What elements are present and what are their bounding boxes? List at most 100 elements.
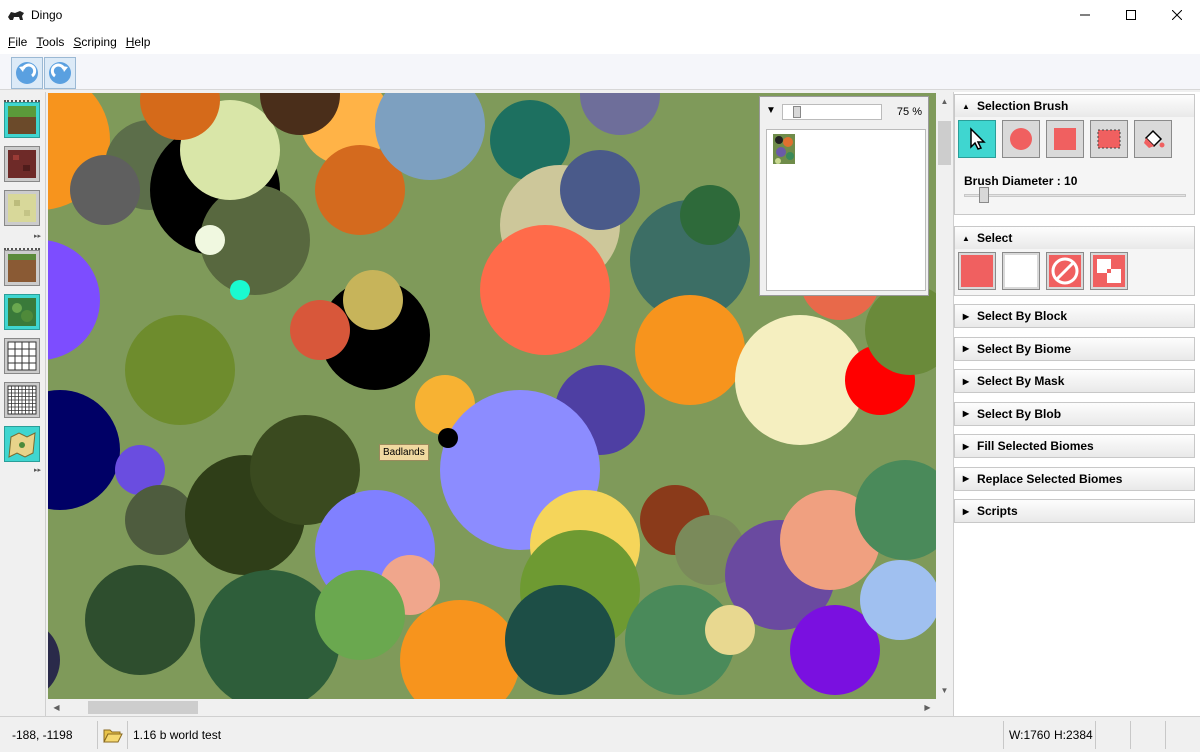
expand-triangle-icon: ▶ xyxy=(962,506,970,516)
rectangle-select-button[interactable] xyxy=(1090,120,1128,158)
fill-bucket-button[interactable] xyxy=(1134,120,1172,158)
expand-arrow-icon[interactable]: ▸▸ xyxy=(34,466,41,474)
biome-region[interactable] xyxy=(230,280,250,300)
world-height: H:2384 xyxy=(1054,728,1093,742)
vertical-scroll-thumb[interactable] xyxy=(938,121,951,165)
pointer-brush-button[interactable] xyxy=(958,120,996,158)
minimize-button[interactable] xyxy=(1062,0,1108,30)
biome-region[interactable] xyxy=(195,225,225,255)
collapse-triangle-icon: ▲ xyxy=(962,233,970,243)
biome-region[interactable] xyxy=(315,570,405,660)
scroll-right-icon[interactable]: ▶ xyxy=(919,699,936,716)
square-brush-button[interactable] xyxy=(1046,120,1084,158)
biome-region[interactable] xyxy=(290,300,350,360)
circle-brush-icon xyxy=(1010,128,1032,150)
zoom-slider-thumb[interactable] xyxy=(793,106,801,118)
scripts-section[interactable]: ▶ Scripts xyxy=(954,499,1195,523)
select-none-button[interactable] xyxy=(1002,252,1040,290)
grid-tool[interactable] xyxy=(4,338,40,374)
horizontal-scroll-thumb[interactable] xyxy=(88,701,198,714)
map-tool[interactable] xyxy=(4,426,40,462)
undo-button[interactable] xyxy=(11,57,43,89)
dashed-rectangle-icon xyxy=(1097,129,1121,149)
expand-triangle-icon: ▶ xyxy=(962,344,970,353)
open-world-button[interactable] xyxy=(103,717,123,752)
biome-region[interactable] xyxy=(85,565,195,675)
menu-file[interactable]: File xyxy=(8,33,27,51)
dirt-block-icon xyxy=(8,254,36,282)
select-by-blob-section[interactable]: ▶ Select By Blob xyxy=(954,401,1195,426)
biome-region[interactable] xyxy=(505,585,615,695)
select-by-mask-header[interactable]: ▶ Select By Mask xyxy=(955,370,1194,392)
brush-diameter-thumb[interactable] xyxy=(979,187,989,203)
close-button[interactable] xyxy=(1154,0,1200,30)
minimap-view[interactable] xyxy=(766,129,926,291)
biome-region[interactable] xyxy=(560,150,640,230)
biome-region[interactable] xyxy=(125,485,195,555)
biome-region[interactable] xyxy=(125,315,235,425)
brush-diameter-slider[interactable] xyxy=(964,194,1186,197)
scroll-left-icon[interactable]: ◀ xyxy=(48,699,65,716)
cursor-coordinates: -188, -1198 xyxy=(12,728,73,742)
select-by-block-header[interactable]: ▶ Select By Block xyxy=(955,305,1194,327)
world-width: W:1760 xyxy=(1009,728,1051,742)
dropdown-arrow-icon[interactable]: ▼ xyxy=(766,105,776,116)
fill-selected-biomes-section[interactable]: ▶ Fill Selected Biomes xyxy=(954,434,1195,458)
circle-brush-button[interactable] xyxy=(1002,120,1040,158)
horizontal-scrollbar[interactable]: ◀ ▶ xyxy=(48,699,936,716)
select-by-biome-section[interactable]: ▶ Select By Biome xyxy=(954,336,1195,361)
select-by-blob-header[interactable]: ▶ Select By Blob xyxy=(955,402,1194,425)
dirt-block-tool[interactable] xyxy=(4,250,40,286)
biome-region[interactable] xyxy=(48,620,60,699)
biome-region[interactable] xyxy=(343,270,403,330)
fill-selected-biomes-header[interactable]: ▶ Fill Selected Biomes xyxy=(955,435,1194,457)
biome-region[interactable] xyxy=(480,225,610,355)
biome-region[interactable] xyxy=(70,155,140,225)
scripts-header[interactable]: ▶ Scripts xyxy=(955,500,1194,522)
biome-region[interactable] xyxy=(400,600,520,699)
biome-tool[interactable] xyxy=(4,294,40,330)
biome-region[interactable] xyxy=(48,390,120,510)
scroll-up-icon[interactable]: ▲ xyxy=(936,93,953,110)
biome-region[interactable] xyxy=(580,93,660,135)
fine-grid-tool[interactable] xyxy=(4,382,40,418)
redo-button[interactable] xyxy=(44,57,76,89)
biome-region[interactable] xyxy=(48,240,100,360)
menu-scripting[interactable]: Scriping xyxy=(73,33,116,51)
replace-selected-biomes-section[interactable]: ▶ Replace Selected Biomes xyxy=(954,466,1195,491)
minimap-header: ▼ 75 % xyxy=(760,97,928,127)
biome-region[interactable] xyxy=(680,185,740,245)
redo-icon xyxy=(49,62,71,84)
zoom-slider[interactable] xyxy=(782,104,882,120)
maximize-button[interactable] xyxy=(1108,0,1154,30)
menu-help[interactable]: Help xyxy=(126,33,151,51)
endstone-block-tool[interactable] xyxy=(4,190,40,226)
vertical-scrollbar[interactable]: ▲ ▼ xyxy=(936,93,953,699)
select-header[interactable]: ▲ Select xyxy=(955,227,1194,249)
deselect-icon xyxy=(1049,255,1081,287)
biome-region[interactable] xyxy=(438,428,458,448)
expand-arrow-icon[interactable]: ▸▸ xyxy=(34,232,41,240)
scroll-corner xyxy=(936,699,953,716)
grass-block-icon xyxy=(8,106,36,134)
select-by-mask-section[interactable]: ▶ Select By Mask xyxy=(954,369,1195,393)
scroll-down-icon[interactable]: ▼ xyxy=(936,682,953,699)
invert-selection-button[interactable] xyxy=(1090,252,1128,290)
select-all-button[interactable] xyxy=(958,252,996,290)
select-by-biome-header[interactable]: ▶ Select By Biome xyxy=(955,337,1194,360)
undo-icon xyxy=(16,62,38,84)
deselect-button[interactable] xyxy=(1046,252,1084,290)
minimap-thumbnail xyxy=(773,134,795,164)
select-by-block-section[interactable]: ▶ Select By Block xyxy=(954,304,1195,328)
menu-bar: File Tools Scriping Help xyxy=(0,30,1200,54)
minimap[interactable]: ▼ 75 % xyxy=(759,96,929,296)
replace-selected-biomes-header[interactable]: ▶ Replace Selected Biomes xyxy=(955,467,1194,490)
menu-tools[interactable]: Tools xyxy=(36,33,64,51)
expand-triangle-icon: ▶ xyxy=(962,441,970,451)
grass-block-tool[interactable] xyxy=(4,102,40,138)
selection-brush-header[interactable]: ▲ Selection Brush xyxy=(955,95,1194,117)
netherrack-block-tool[interactable] xyxy=(4,146,40,182)
biome-region[interactable] xyxy=(200,570,340,699)
biome-region[interactable] xyxy=(705,605,755,655)
biome-region[interactable] xyxy=(635,295,745,405)
